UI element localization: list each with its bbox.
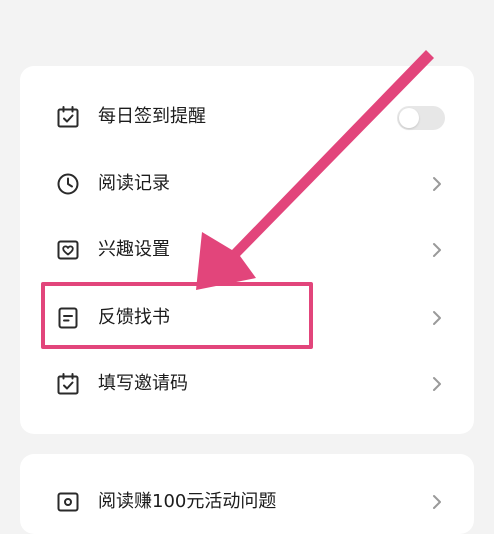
activity-card: 阅读赚100元活动问题 xyxy=(20,454,474,534)
heart-icon xyxy=(57,240,79,260)
item-label: 阅读赚100元活动问题 xyxy=(98,491,277,512)
settings-card: 每日签到提醒 阅读记录 兴趣设置 反馈找书 填写邀请码 xyxy=(20,66,474,434)
calendar-check-icon xyxy=(57,373,79,395)
item-label: 填写邀请码 xyxy=(98,373,188,394)
chevron-right-icon xyxy=(433,495,441,509)
calendar-check-icon xyxy=(57,106,79,128)
checkin-reminder-toggle[interactable] xyxy=(397,106,445,130)
sidebar-item-feedback-find-book[interactable]: 反馈找书 xyxy=(20,298,474,338)
chevron-right-icon xyxy=(433,311,441,325)
toggle-knob xyxy=(399,108,419,128)
sidebar-item-reading-history[interactable]: 阅读记录 xyxy=(20,164,474,204)
document-icon xyxy=(58,307,78,329)
sidebar-item-activity-question[interactable]: 阅读赚100元活动问题 xyxy=(20,482,474,522)
item-label: 反馈找书 xyxy=(98,307,170,328)
sidebar-item-interest-settings[interactable]: 兴趣设置 xyxy=(20,230,474,270)
chevron-right-icon xyxy=(433,177,441,191)
sidebar-item-invite-code[interactable]: 填写邀请码 xyxy=(20,364,474,404)
clock-icon xyxy=(57,173,79,195)
chevron-right-icon xyxy=(433,377,441,391)
activity-icon xyxy=(57,492,79,512)
item-label: 阅读记录 xyxy=(98,173,170,194)
item-label: 兴趣设置 xyxy=(98,239,170,260)
item-label: 每日签到提醒 xyxy=(98,106,206,127)
chevron-right-icon xyxy=(433,243,441,257)
sidebar-item-checkin-reminder[interactable]: 每日签到提醒 xyxy=(20,97,474,137)
